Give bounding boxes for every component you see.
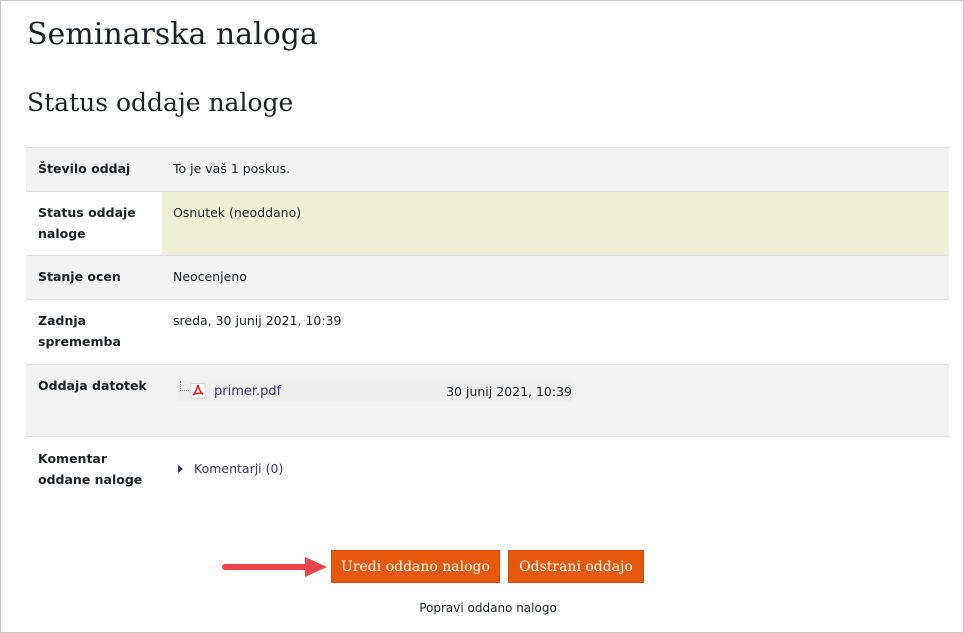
table-row: Zadnja sprememba sreda, 30 junij 2021, 1…	[26, 300, 949, 365]
edit-hint: Popravi oddano nalogo	[419, 601, 557, 615]
file-date: 30 junij 2021, 10:39	[446, 383, 572, 399]
row-value: Komentarji (0)	[162, 437, 949, 508]
row-value: primer.pdf 30 junij 2021, 10:39	[162, 365, 949, 436]
arrow-pointer-icon	[222, 557, 327, 577]
page-frame: Seminarska naloga Status oddaje naloge Š…	[0, 0, 964, 633]
caret-right-icon	[178, 464, 183, 473]
table-row: Komentar oddane naloge Komentarji (0)	[26, 437, 949, 508]
row-label: Oddaja datotek	[38, 378, 147, 393]
pdf-icon	[190, 383, 206, 399]
table-row: Status oddaje naloge Osnutek (neoddano)	[26, 192, 949, 256]
row-value: sreda, 30 junij 2021, 10:39	[173, 313, 342, 328]
row-label: Zadnja sprememba	[38, 313, 121, 349]
comments-toggle[interactable]: Komentarji (0)	[173, 458, 938, 479]
row-label: Komentar oddane naloge	[38, 451, 143, 487]
table-row: Oddaja datotek primer.pdf 30 junij 2021,…	[26, 365, 949, 437]
section-title: Status oddaje naloge	[27, 88, 294, 117]
table-row: Stanje ocen Neocenjeno	[26, 256, 949, 300]
comments-link[interactable]: Komentarji (0)	[194, 458, 283, 479]
submission-status-table: Število oddaj To je vaš 1 poskus. Status…	[26, 147, 949, 508]
submission-status-value: Osnutek (neoddano)	[162, 192, 949, 255]
remove-submission-button[interactable]: Odstrani oddajo	[508, 550, 644, 583]
row-value: Neocenjeno	[173, 269, 247, 284]
row-value: To je vaš 1 poskus.	[173, 161, 291, 176]
row-label: Status oddaje naloge	[38, 205, 136, 241]
file-link[interactable]: primer.pdf	[214, 381, 281, 402]
tree-connector	[180, 381, 189, 391]
table-row: Število oddaj To je vaš 1 poskus.	[26, 148, 949, 192]
row-label: Število oddaj	[38, 161, 131, 176]
row-label: Stanje ocen	[38, 269, 121, 284]
page-title: Seminarska naloga	[27, 17, 318, 52]
file-entry: primer.pdf 30 junij 2021, 10:39	[177, 380, 572, 402]
edit-submission-button[interactable]: Uredi oddano nalogo	[331, 550, 500, 583]
